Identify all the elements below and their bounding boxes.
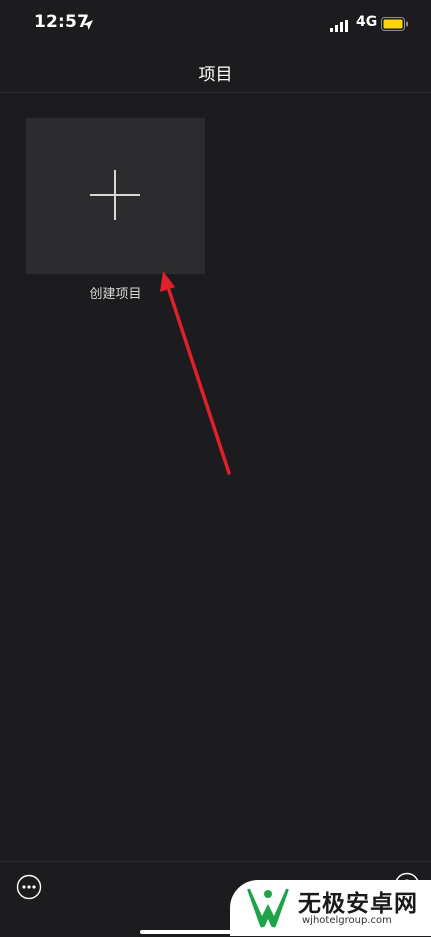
annotation-arrow xyxy=(160,271,231,475)
watermark-url: wjhotelgroup.com xyxy=(302,915,392,926)
watermark: 无极安卓网 wjhotelgroup.com xyxy=(230,880,431,936)
watermark-logo-icon xyxy=(244,886,292,934)
watermark-title: 无极安卓网 xyxy=(298,891,418,917)
more-icon[interactable] xyxy=(16,874,42,904)
